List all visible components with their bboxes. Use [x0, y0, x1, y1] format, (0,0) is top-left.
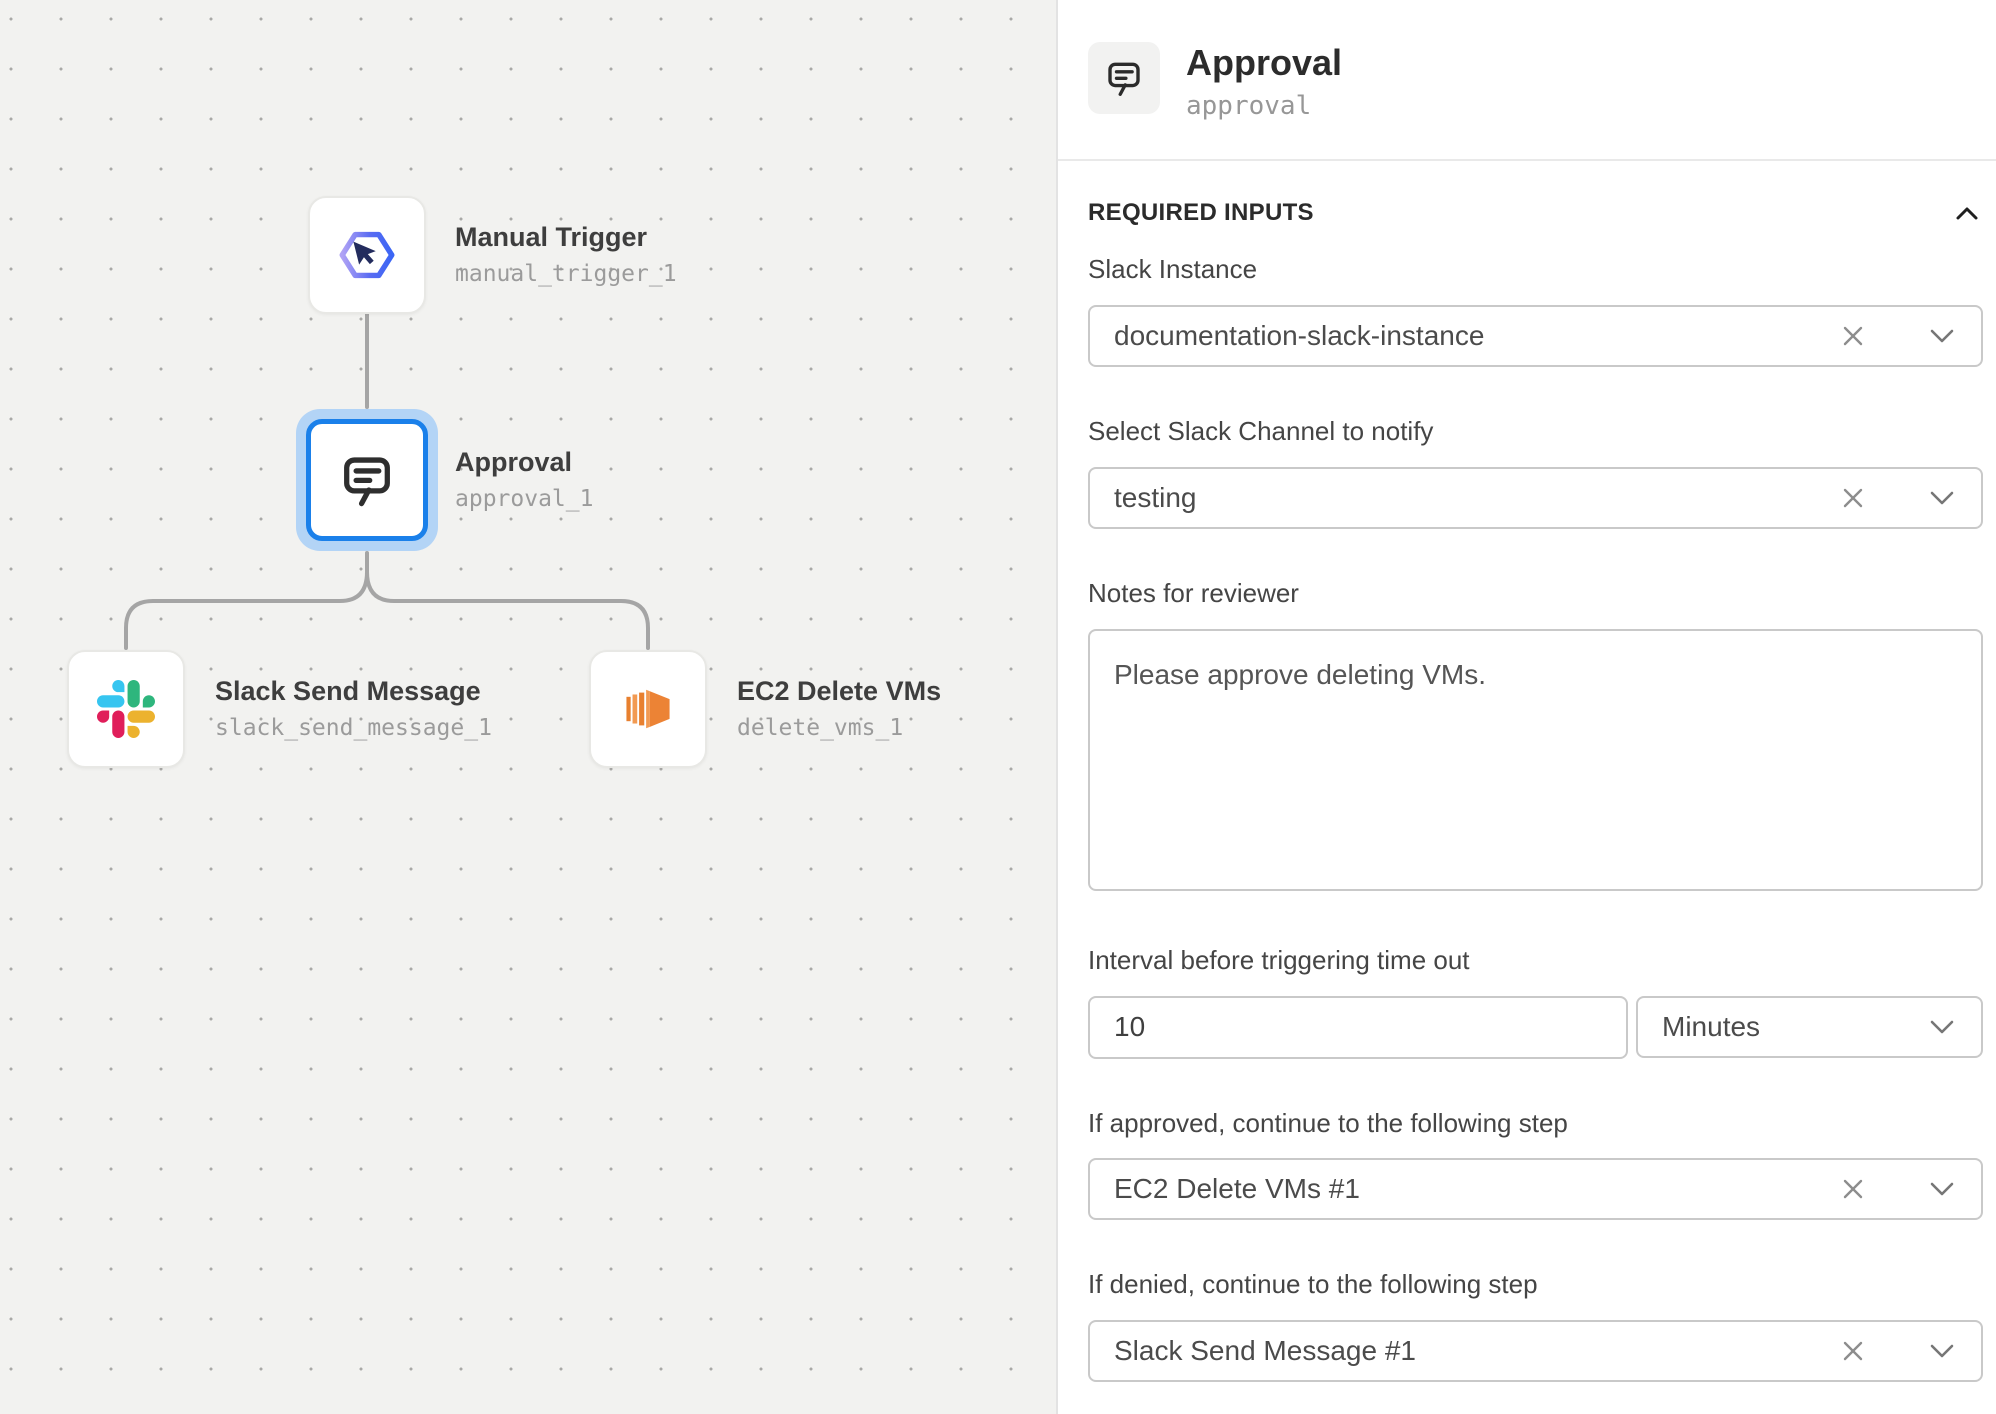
chevron-down-icon [1929, 327, 1955, 345]
manual-trigger-hexagon-cursor-icon [336, 227, 398, 283]
node-id: approval_1 [455, 487, 593, 512]
if-denied-step-select[interactable]: Slack Send Message #1 [1088, 1320, 1983, 1382]
node-ec2-delete-vms[interactable] [589, 650, 707, 768]
x-icon [1841, 1177, 1865, 1201]
field-label-slack-channel: Select Slack Channel to notify [1088, 417, 1983, 447]
node-id: manual_trigger_1 [455, 262, 677, 287]
dropdown-button[interactable] [1923, 483, 1961, 513]
dropdown-button[interactable] [1923, 1012, 1961, 1042]
interval-value-input[interactable] [1088, 996, 1628, 1059]
field-label-if-approved: If approved, continue to the following s… [1088, 1109, 1983, 1139]
node-approval-selection-halo [296, 409, 438, 551]
dropdown-button[interactable] [1923, 321, 1961, 351]
edge-approval-to-slack [126, 572, 367, 648]
panel-subtitle: approval [1186, 91, 1342, 121]
field-label-slack-instance: Slack Instance [1088, 255, 1983, 285]
clear-button[interactable] [1835, 318, 1871, 354]
aws-ec2-icon [618, 679, 678, 739]
interval-unit-select[interactable]: Minutes [1636, 996, 1983, 1058]
node-manual-trigger[interactable] [308, 196, 426, 314]
if-denied-step-value: Slack Send Message #1 [1114, 1335, 1835, 1367]
slack-channel-value: testing [1114, 482, 1835, 514]
chevron-down-icon [1929, 489, 1955, 507]
edge-approval-to-ec2 [367, 572, 648, 648]
chevron-down-icon [1929, 1342, 1955, 1360]
if-approved-step-value: EC2 Delete VMs #1 [1114, 1173, 1835, 1205]
slack-logo-icon [97, 680, 155, 738]
node-id: delete_vms_1 [737, 716, 941, 741]
chevron-up-icon [1955, 205, 1979, 221]
workflow-canvas[interactable]: Manual Trigger manual_trigger_1 Approval… [0, 0, 1058, 1414]
if-approved-step-select[interactable]: EC2 Delete VMs #1 [1088, 1158, 1983, 1220]
field-label-if-denied: If denied, continue to the following ste… [1088, 1270, 1983, 1300]
dropdown-button[interactable] [1923, 1336, 1961, 1366]
node-approval[interactable] [306, 419, 428, 541]
step-config-panel: Approval approval REQUIRED INPUTS Slack … [1058, 0, 1996, 1414]
x-icon [1841, 1339, 1865, 1363]
section-collapse-button[interactable] [1951, 201, 1983, 225]
section-title-required-inputs: REQUIRED INPUTS [1088, 199, 1314, 227]
panel-header: Approval approval [1058, 0, 1996, 161]
field-label-interval: Interval before triggering time out [1088, 946, 1983, 976]
slack-instance-select[interactable]: documentation-slack-instance [1088, 305, 1983, 367]
node-title: Manual Trigger [455, 223, 677, 253]
node-id: slack_send_message_1 [215, 716, 492, 741]
node-title: Approval [455, 448, 593, 478]
x-icon [1841, 324, 1865, 348]
slack-instance-value: documentation-slack-instance [1114, 320, 1835, 352]
field-label-notes: Notes for reviewer [1088, 579, 1983, 609]
clear-button[interactable] [1835, 1171, 1871, 1207]
clear-button[interactable] [1835, 480, 1871, 516]
panel-title: Approval [1186, 42, 1342, 83]
node-slack-send-message[interactable] [67, 650, 185, 768]
clear-button[interactable] [1835, 1333, 1871, 1369]
chevron-down-icon [1929, 1018, 1955, 1036]
node-title: Slack Send Message [215, 677, 492, 707]
interval-unit-value: Minutes [1662, 1011, 1923, 1043]
approval-chat-bubble-icon [1088, 42, 1160, 114]
chevron-down-icon [1929, 1180, 1955, 1198]
slack-channel-select[interactable]: testing [1088, 467, 1983, 529]
dropdown-button[interactable] [1923, 1174, 1961, 1204]
notes-textarea[interactable]: Please approve deleting VMs. [1088, 629, 1983, 891]
node-title: EC2 Delete VMs [737, 677, 941, 707]
approval-chat-bubble-icon [338, 451, 396, 509]
x-icon [1841, 486, 1865, 510]
